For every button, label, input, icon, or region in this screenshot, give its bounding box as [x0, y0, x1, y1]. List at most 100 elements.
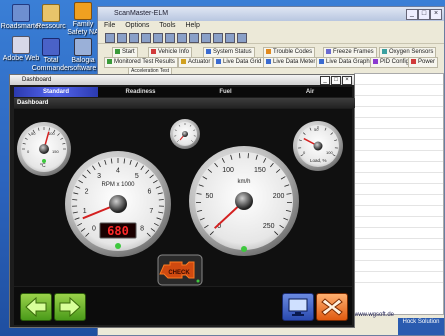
rpm-scale-label: 3 [97, 173, 101, 180]
menu-file[interactable]: File [104, 22, 115, 29]
rpm-scale-label: 2 [85, 188, 89, 195]
menu-tools[interactable]: Tools [159, 22, 175, 29]
rpm-scale-label: 4 [116, 167, 120, 174]
toolbar-button[interactable] [201, 33, 211, 43]
maximize-icon[interactable]: □ [418, 9, 430, 20]
desktop: Roadsmarter Ressourc Family Safety NA Ad… [0, 0, 445, 336]
desktop-icon-label: Family Safety NA [67, 21, 99, 36]
toolbar [98, 31, 444, 44]
tab-live-data-meter[interactable]: Live Data Meter [263, 57, 319, 68]
load-scale-label: 50 [314, 127, 319, 132]
temp-scale-label: 150 [52, 149, 59, 154]
load-label: Load, % [310, 158, 327, 163]
toolbar-button[interactable] [141, 33, 151, 43]
rpm-scale-label: 1 [83, 208, 87, 215]
dashboard-header: Dashboard [14, 98, 355, 108]
scanmaster-tabs: Start Vehicle Info System Status Trouble… [98, 47, 444, 76]
close-x-icon [321, 298, 343, 316]
rpm-status-led [115, 243, 121, 249]
rpm-scale-label: 6 [147, 188, 151, 195]
rpm-scale-label: 0 [92, 225, 96, 232]
speed-gauge: 050100 150200250 km/h [189, 146, 299, 256]
network-icon [74, 38, 92, 56]
speed-scale-label: 50 [206, 193, 214, 200]
menu-help[interactable]: Help [185, 22, 199, 29]
dashboard-bottom-bar [14, 287, 352, 325]
menu-options[interactable]: Options [125, 22, 149, 29]
tab-live-data-graph[interactable]: Live Data Graph [316, 57, 373, 68]
shield-icon [74, 2, 92, 20]
rpm-scale-label: 7 [149, 208, 153, 215]
tab-live-data-grid[interactable]: Live Data Grid [213, 57, 265, 68]
tab-actuator[interactable]: Actuator [178, 57, 214, 68]
gauge-panel: 0 50 100 150 °C 0 50 100 Load, % 0 1 2 3… [14, 109, 352, 286]
scanmaster-content-pane [354, 73, 444, 315]
small-gauge-hub [182, 131, 188, 137]
rpm-readout: 680 [107, 224, 129, 238]
close-icon[interactable]: × [430, 9, 442, 20]
speed-scale-label: 200 [273, 193, 285, 200]
rpm-scale-label: 5 [135, 173, 139, 180]
document-icon [12, 36, 30, 54]
tab-fuel[interactable]: Fuel [183, 87, 268, 97]
folder-icon [42, 4, 60, 22]
tab-air[interactable]: Air [268, 87, 352, 97]
dashboard-tabs: Standard Readiness Fuel Air [14, 87, 352, 97]
minimize-icon[interactable]: _ [320, 76, 330, 85]
arrow-left-icon [25, 296, 47, 318]
minimize-icon[interactable]: _ [406, 9, 418, 20]
toolbar-button[interactable] [225, 33, 235, 43]
load-gauge-hub [313, 141, 323, 151]
monitor-icon [288, 298, 308, 316]
toolbar-button[interactable] [189, 33, 199, 43]
toolbar-button[interactable] [153, 33, 163, 43]
computer-icon [12, 4, 30, 22]
tab-power[interactable]: Power [408, 57, 439, 68]
dashboard-window: Dashboard _ □ × Standard Readiness Fuel … [9, 74, 355, 328]
toolbar-button[interactable] [177, 33, 187, 43]
toolbar-button[interactable] [213, 33, 223, 43]
check-engine-label: CHECK [168, 270, 190, 276]
toolbar-button[interactable] [117, 33, 127, 43]
temp-scale-label: 50 [31, 131, 36, 136]
speed-scale-label: 250 [263, 223, 275, 230]
forward-button[interactable] [54, 293, 86, 321]
speed-scale-label: 150 [254, 167, 266, 174]
toolbar-button[interactable] [165, 33, 175, 43]
menu-bar: File Options Tools Help [98, 21, 444, 31]
floppy-icon [42, 38, 60, 56]
taskbar-button[interactable]: Hock Solution [398, 318, 444, 335]
rpm-gauge: 0 1 2 3 4 5 6 7 8 RPM x 1000 680 [65, 151, 171, 257]
small-gauge [170, 119, 200, 149]
load-gauge: 0 50 100 Load, % [293, 121, 343, 171]
toolbar-button[interactable] [105, 33, 115, 43]
maximize-icon[interactable]: □ [331, 76, 341, 85]
temp-status-led [42, 159, 46, 163]
dashboard-titlebar: Dashboard _ □ × [10, 75, 354, 85]
scanmaster-titlebar: ScanMaster-ELM _ □ × [98, 7, 444, 21]
rpm-scale-label: 8 [140, 225, 144, 232]
monitor-button[interactable] [282, 293, 314, 321]
arrow-right-icon [59, 296, 81, 318]
speed-status-led [241, 246, 247, 252]
close-icon[interactable]: × [342, 76, 352, 85]
window-title: ScanMaster-ELM [114, 10, 169, 17]
load-scale-label: 100 [326, 150, 333, 155]
desktop-icon-label: Balogia software [69, 57, 97, 72]
tab-standard[interactable]: Standard [14, 87, 98, 97]
exit-button[interactable] [316, 293, 348, 321]
speed-label: km/h [237, 179, 250, 185]
back-button[interactable] [20, 293, 52, 321]
tab-readiness[interactable]: Readiness [98, 87, 183, 97]
toolbar-button[interactable] [237, 33, 247, 43]
temperature-gauge: 0 50 100 150 °C [17, 122, 71, 176]
check-engine-indicator: CHECK [157, 254, 203, 286]
tab-pid-config[interactable]: PID Config [370, 57, 413, 68]
speed-scale-label: 100 [222, 167, 234, 174]
check-engine-led [196, 279, 200, 283]
toolbar-button[interactable] [129, 33, 139, 43]
temp-unit: °C [40, 163, 46, 169]
dashboard-window-title: Dashboard [22, 77, 52, 83]
gauge-svg: 0 50 100 150 °C 0 50 100 Load, % 0123456… [17, 119, 343, 286]
temp-gauge-hub [39, 144, 49, 154]
